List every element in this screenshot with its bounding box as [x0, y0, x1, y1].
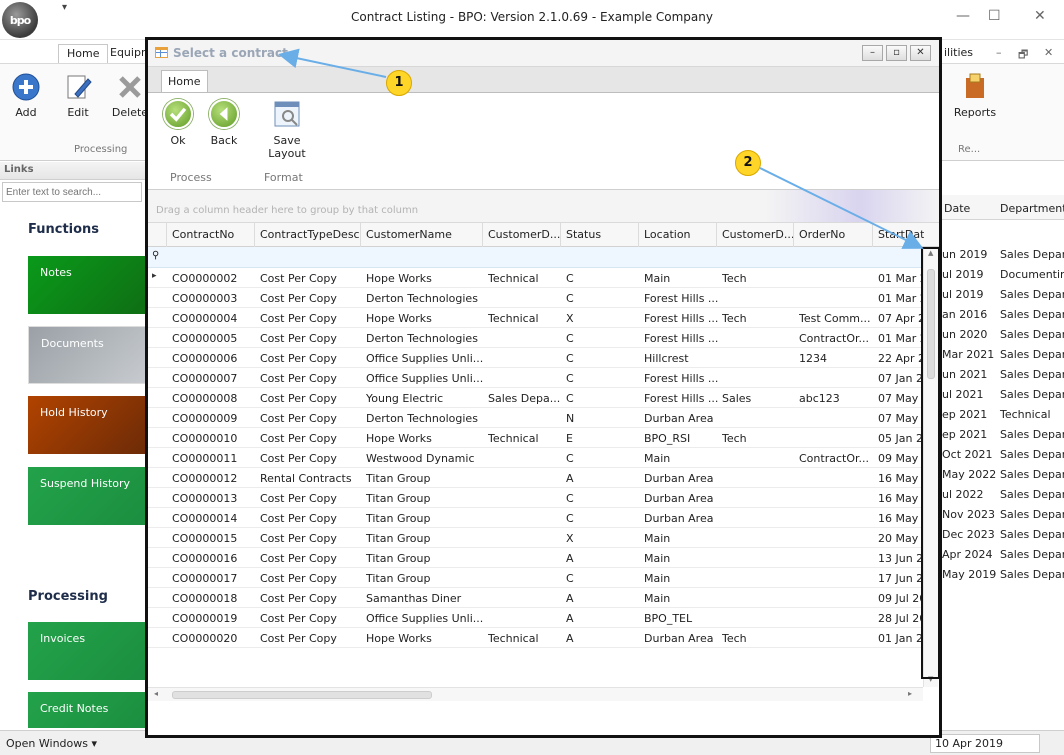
arrow-1 — [278, 48, 387, 78]
annotation-badge-1: 1 — [386, 70, 412, 96]
arrow-2 — [759, 167, 924, 249]
annotation-badge-2: 2 — [735, 150, 761, 176]
annotation-arrows — [278, 48, 924, 249]
